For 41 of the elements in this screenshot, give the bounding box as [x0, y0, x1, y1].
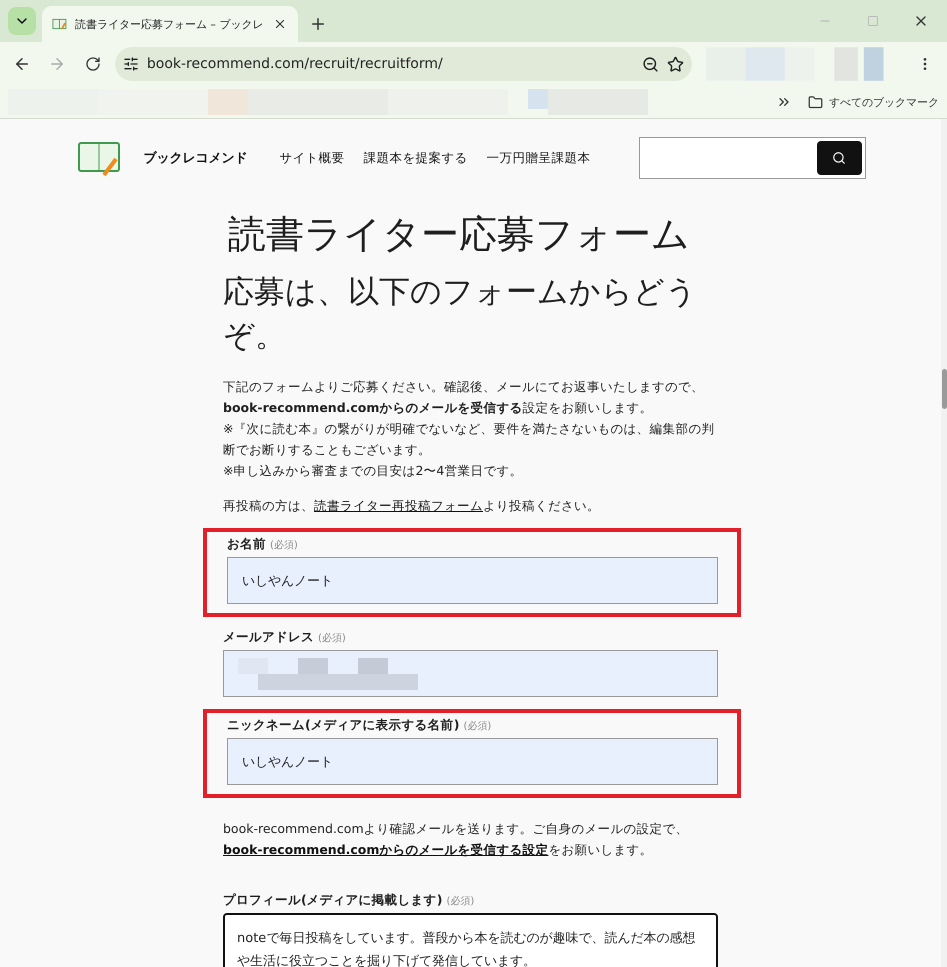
browser-tab[interactable]: 読書ライター応募フォーム – ブックレ: [42, 6, 298, 42]
nav-link[interactable]: 課題本を提案する: [364, 150, 468, 166]
zoom-out-icon: [642, 56, 660, 72]
repost-form-link[interactable]: 読書ライター再投稿フォーム: [314, 498, 483, 513]
mail-setting-link[interactable]: book-recommend.comからのメールを受信する設定: [223, 842, 548, 857]
required-note: (必須): [318, 632, 346, 645]
required-note: (必須): [270, 538, 298, 552]
scrollbar-thumb[interactable]: [942, 369, 946, 409]
repost-text: 再投稿の方は、読書ライター再投稿フォーム より投稿ください。: [223, 497, 601, 515]
site-name[interactable]: ブックレコメンド: [144, 149, 248, 167]
bookmarks-folder[interactable]: すべてのブックマーク: [808, 94, 939, 110]
intro-text: 下記のフォームよりご応募ください。確認後、メールにてお返事いたしますので、: [223, 378, 705, 396]
search-icon: [832, 151, 846, 165]
intro-text: ※『次に読む本』の繋がりが明確でないなど、要件を満たさないものは、編集部の判断でお断りすることもございます。: [223, 420, 716, 459]
search-field[interactable]: [638, 137, 866, 179]
field-label: お名前: [227, 536, 266, 553]
text-field[interactable]: いしやんノート: [227, 738, 718, 785]
logo-icon: [76, 139, 122, 177]
page-subtitle: 応募は、以下のフォームからどうぞ。: [223, 273, 698, 356]
confirm-mail-note: book-recommend.comより確認メールを送ります。ご自身のメールの設定で、 book-recommend.comからのメールを受信する設定をお願いします。: [223, 820, 690, 859]
intro-text: ※申し込みから審査までの目安は2〜4営業日です。: [223, 462, 524, 480]
email-field[interactable]: [223, 650, 718, 697]
url-text: book-recommend.com/recruit/recruitform/: [146, 56, 444, 72]
field-label: ニックネーム(メディアに表示する名前): [227, 717, 460, 734]
search-button[interactable]: [816, 141, 862, 175]
required-note: (必須): [446, 894, 474, 908]
site-info-icon: [122, 56, 139, 72]
address-bar[interactable]: book-recommend.com/recruit/recruitform/: [114, 47, 692, 81]
intro-text: book-recommend.comからのメールを受信する設定をお願いします。: [223, 399, 654, 417]
required-note: (必須): [463, 720, 492, 733]
tab-title: 読書ライター応募フォーム – ブックレ: [74, 16, 264, 32]
bookmark-star-icon: [667, 56, 684, 72]
field-label: メールアドレス: [223, 629, 314, 646]
tab-menu-button[interactable]: [8, 7, 36, 35]
page-title: 読書ライター応募フォーム: [228, 211, 691, 258]
text-field[interactable]: いしやんノート: [227, 557, 718, 604]
nav-link[interactable]: サイト概要: [280, 150, 344, 166]
book-icon: [52, 17, 67, 31]
field-label: プロフィール(メディアに掲載します): [223, 892, 442, 909]
nav-link[interactable]: 一万円贈呈課題本: [486, 150, 590, 166]
folder-icon: [808, 94, 823, 110]
